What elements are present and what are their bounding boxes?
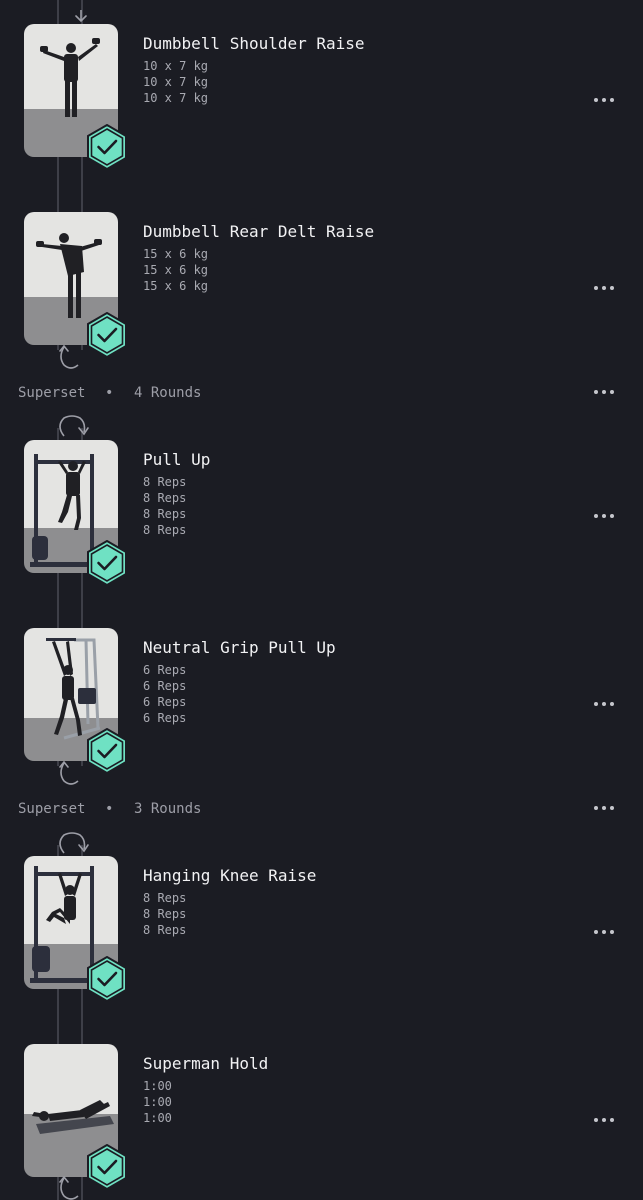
superset-header: Superset • 3 Rounds [0,798,643,822]
check-icon [87,956,127,1002]
set-item: 1:00 [143,1111,172,1125]
exercise-name: Hanging Knee Raise [143,866,317,885]
set-item: 15 x 6 kg [143,247,209,261]
superset-label: Superset [18,801,86,817]
exercise-card[interactable]: Dumbbell Shoulder Raise 10 x 7 kg 10 x 7… [0,24,643,170]
set-item: 6 Reps [143,711,187,725]
set-list: 6 Reps 6 Reps 6 Reps 6 Reps [143,662,186,726]
more-options-icon[interactable] [592,386,620,398]
set-list: 15 x 6 kg 15 x 6 kg 15 x 6 kg [143,246,208,294]
check-icon [87,728,127,774]
check-icon [87,1144,127,1190]
set-item: 8 Reps [143,523,187,537]
set-item: 1:00 [143,1095,172,1109]
superset-header: Superset • 4 Rounds [0,382,643,406]
more-options-icon[interactable] [592,282,620,294]
set-item: 15 x 6 kg [143,279,209,293]
check-icon [87,312,127,358]
exercise-card[interactable]: Neutral Grip Pull Up 6 Reps 6 Reps 6 Rep… [0,628,643,774]
exercise-card[interactable]: Dumbbell Rear Delt Raise 15 x 6 kg 15 x … [0,212,643,358]
loop-arrow-icon [59,832,89,854]
set-list: 8 Reps 8 Reps 8 Reps [143,890,186,938]
set-item: 10 x 7 kg [143,75,209,89]
set-list: 8 Reps 8 Reps 8 Reps 8 Reps [143,474,186,538]
separator-dot: • [105,385,114,401]
check-icon [87,124,127,170]
loop-arrow-icon [59,1176,79,1200]
more-options-icon[interactable] [592,698,620,710]
set-item: 8 Reps [143,507,187,521]
set-item: 15 x 6 kg [143,263,209,277]
loop-arrow-icon [59,415,89,437]
more-options-icon[interactable] [592,802,620,814]
set-list: 1:00 1:00 1:00 [143,1078,172,1126]
exercise-card[interactable]: Pull Up 8 Reps 8 Reps 8 Reps 8 Reps [0,440,643,586]
set-item: 8 Reps [143,907,187,921]
more-options-icon[interactable] [592,94,620,106]
loop-arrow-icon [59,345,79,369]
set-item: 10 x 7 kg [143,59,209,73]
more-options-icon[interactable] [592,926,620,938]
set-list: 10 x 7 kg 10 x 7 kg 10 x 7 kg [143,58,208,106]
set-item: 6 Reps [143,663,187,677]
exercise-name: Pull Up [143,450,211,469]
set-item: 8 Reps [143,475,187,489]
set-item: 8 Reps [143,923,187,937]
set-item: 8 Reps [143,491,187,505]
arrow-down-icon [75,10,87,23]
loop-arrow-icon [59,761,79,785]
separator-dot: • [105,801,114,817]
set-item: 1:00 [143,1079,172,1093]
superset-rounds: 4 Rounds [134,385,202,401]
exercise-name: Neutral Grip Pull Up [143,638,336,657]
more-options-icon[interactable] [592,510,620,522]
exercise-name: Dumbbell Rear Delt Raise [143,222,375,241]
set-item: 6 Reps [143,695,187,709]
check-icon [87,540,127,586]
exercise-card[interactable]: Hanging Knee Raise 8 Reps 8 Reps 8 Reps [0,856,643,1002]
more-options-icon[interactable] [592,1114,620,1126]
exercise-card[interactable]: Superman Hold 1:00 1:00 1:00 [0,1044,643,1190]
superset-label: Superset [18,385,86,401]
set-item: 10 x 7 kg [143,91,209,105]
exercise-name: Superman Hold [143,1054,269,1073]
set-item: 6 Reps [143,679,187,693]
superset-rounds: 3 Rounds [134,801,202,817]
exercise-name: Dumbbell Shoulder Raise [143,34,365,53]
set-item: 8 Reps [143,891,187,905]
